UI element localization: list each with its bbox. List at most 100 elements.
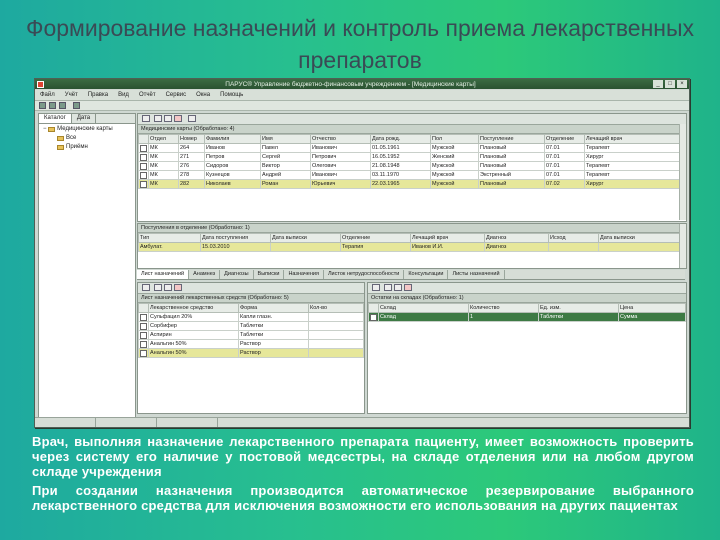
table-row[interactable]: Сорбифер Таблетки [138, 321, 364, 331]
column-header[interactable]: Исход [548, 233, 599, 243]
column-header[interactable] [368, 303, 379, 313]
new-icon[interactable] [39, 102, 46, 109]
column-header[interactable]: Отдел [148, 134, 179, 144]
delete-icon[interactable] [174, 284, 182, 291]
column-header[interactable]: Имя [260, 134, 311, 144]
detail-tab[interactable]: Консультации [404, 270, 449, 279]
table-row[interactable]: МК 264 Иванов Павел Иванович 01.05.1961 Мужско… [138, 143, 686, 153]
paragraph-2: При создании назначения производится авт… [32, 483, 694, 513]
table-row[interactable]: МК 276 Сидоров Виктор Олегович 21.08.1948 Мужс… [138, 161, 686, 171]
row-checkbox[interactable] [140, 144, 147, 152]
column-header[interactable]: Пол [430, 134, 479, 144]
menu-item-report[interactable]: Отчёт [139, 92, 156, 98]
table-cell: Амбулат. [138, 242, 201, 252]
column-header[interactable]: Номер [178, 134, 205, 144]
table-row[interactable]: Склад 1 Таблетки Сумма [368, 312, 686, 322]
detail-tab[interactable]: Выписки [254, 270, 285, 279]
detail-tab[interactable]: Листок нетрудоспособности [324, 270, 405, 279]
column-header[interactable]: Лечащий врач [584, 134, 686, 144]
open-icon[interactable] [49, 102, 56, 109]
row-checkbox[interactable] [140, 322, 147, 330]
maximize-icon[interactable]: □ [665, 80, 675, 88]
row-checkbox[interactable] [140, 162, 147, 170]
column-header[interactable]: Цена [618, 303, 686, 313]
column-header[interactable]: Отделение [544, 134, 585, 144]
grid-caption: Поступления в отделение (Обработано: 1) [138, 224, 686, 233]
row-checkbox[interactable] [140, 331, 147, 339]
table-row[interactable]: Сульфацил 20% Капли глазн. [138, 312, 364, 322]
column-header[interactable]: Лечащий врач [410, 233, 485, 243]
detail-tab[interactable]: Анамнез [189, 270, 221, 279]
detail-tab[interactable]: Лист назначений [137, 270, 190, 279]
table-row[interactable]: МК 282 Николаев Роман Юрьевич 22.03.1965 Мужск… [138, 179, 686, 189]
detail-tab[interactable]: Назначения [284, 270, 324, 279]
menu-item-file[interactable]: Файл [40, 92, 55, 98]
menu-item-accounting[interactable]: Учёт [65, 92, 78, 98]
column-header[interactable]: Поступление [478, 134, 545, 144]
row-checkbox[interactable] [370, 313, 377, 321]
column-header[interactable]: Лекарственное средство [148, 303, 239, 313]
edit-icon[interactable] [164, 284, 172, 291]
column-header[interactable]: Дата рожд. [370, 134, 431, 144]
column-header[interactable]: Дата поступления [200, 233, 271, 243]
row-checkbox[interactable] [140, 313, 147, 321]
edit-icon[interactable] [164, 115, 172, 122]
column-header[interactable] [138, 134, 149, 144]
menu-item-view[interactable]: Вид [118, 92, 129, 98]
row-checkbox[interactable] [140, 171, 147, 179]
column-header[interactable]: Форма [238, 303, 309, 313]
row-checkbox[interactable] [140, 153, 147, 161]
table-row[interactable]: МК 271 Петров Сергей Петрович 16.05.1952 Женск… [138, 152, 686, 162]
tab-catalog[interactable]: Каталог [39, 114, 72, 123]
add-icon[interactable] [384, 284, 392, 291]
view-icon[interactable] [142, 284, 150, 291]
table-row[interactable]: Анальгин 50% Раствор [138, 339, 364, 349]
vertical-scrollbar[interactable] [679, 224, 686, 268]
tree-item-all[interactable]: Все [57, 135, 76, 141]
save-icon[interactable] [59, 102, 66, 109]
detail-tab[interactable]: Листы назначений [448, 270, 505, 279]
edit-icon[interactable] [394, 284, 402, 291]
table-cell: 282 [178, 179, 205, 189]
table-row[interactable]: Анальгин 50% Раствор [138, 348, 364, 358]
menu-item-edit[interactable]: Правка [88, 92, 108, 98]
row-checkbox[interactable] [140, 340, 147, 348]
close-icon[interactable]: × [677, 80, 687, 88]
add-icon[interactable] [154, 115, 162, 122]
table-cell: 264 [178, 143, 205, 153]
row-checkbox[interactable] [140, 349, 147, 357]
table-row[interactable]: Аспирин Таблетки [138, 330, 364, 340]
column-header[interactable]: Отчество [310, 134, 371, 144]
tree-root[interactable]: − Медицинские карты [43, 126, 113, 132]
table-row[interactable]: МК 278 Кузнецов Андрей Иванович 03.11.1970 Муж… [138, 170, 686, 180]
column-header[interactable]: Отделение [340, 233, 411, 243]
view-icon[interactable] [372, 284, 380, 291]
row-checkbox[interactable] [140, 180, 147, 188]
minimize-icon[interactable]: _ [653, 80, 663, 88]
column-header[interactable]: Тип [138, 233, 201, 243]
column-header[interactable]: Кол-во [308, 303, 364, 313]
tab-date[interactable]: Дата [72, 114, 97, 123]
refresh-icon[interactable] [188, 115, 196, 122]
table-row[interactable]: Амбулат. 15.03.2010 Терапия Иванов И.И. Диаг… [138, 242, 686, 252]
column-header[interactable]: Количество [468, 303, 539, 313]
menu-item-service[interactable]: Сервис [166, 92, 187, 98]
menu-item-windows[interactable]: Окна [196, 92, 210, 98]
column-header[interactable]: Дата выписки [598, 233, 686, 243]
column-header[interactable]: Дата выписки [270, 233, 341, 243]
view-icon[interactable] [142, 115, 150, 122]
tree-item-admission[interactable]: Приёмн [57, 144, 88, 150]
delete-icon[interactable] [404, 284, 412, 291]
column-header[interactable]: Ед. изм. [538, 303, 619, 313]
column-header[interactable] [138, 303, 149, 313]
column-header[interactable]: Фамилия [204, 134, 261, 144]
row-checkbox-cell [368, 312, 379, 322]
column-header[interactable]: Склад [378, 303, 469, 313]
filter-icon[interactable] [73, 102, 80, 109]
menu-item-help[interactable]: Помощь [220, 92, 243, 98]
detail-tab[interactable]: Диагнозы [220, 270, 254, 279]
delete-icon[interactable] [174, 115, 182, 122]
add-icon[interactable] [154, 284, 162, 291]
column-header[interactable]: Диагноз [484, 233, 549, 243]
vertical-scrollbar[interactable] [679, 124, 686, 220]
